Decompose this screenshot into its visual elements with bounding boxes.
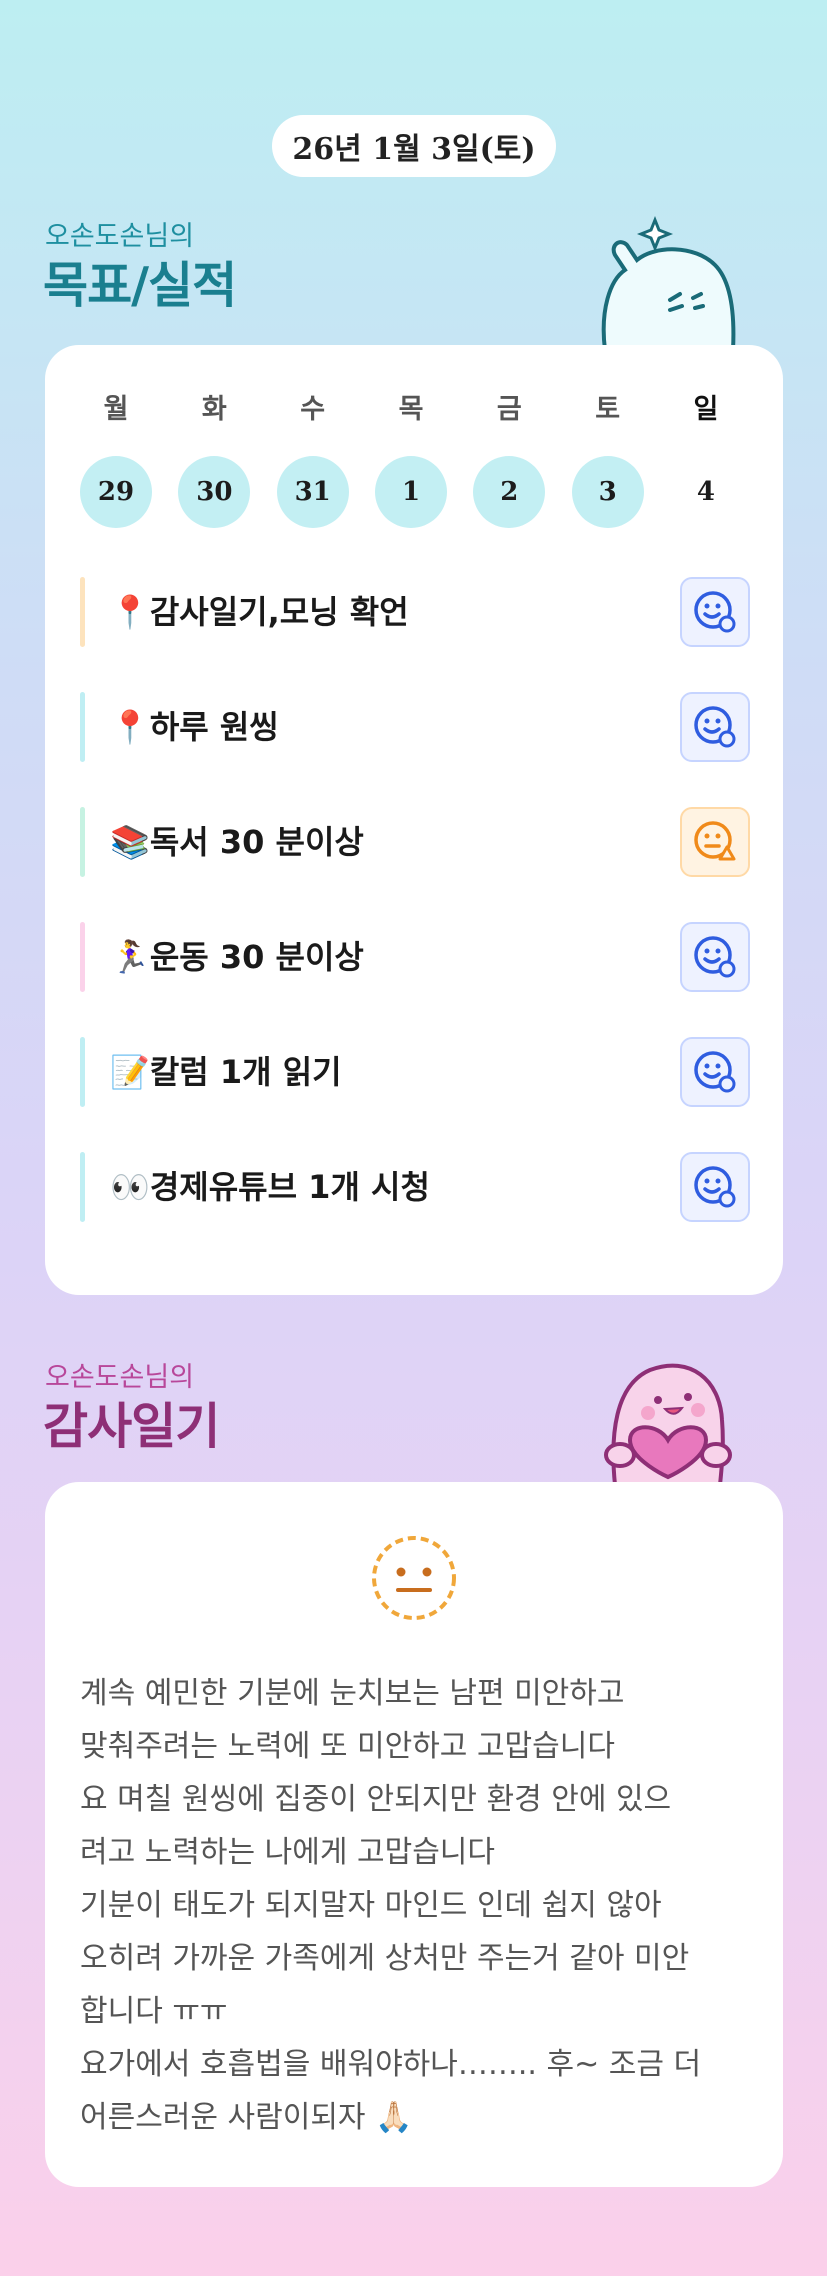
goal-item[interactable]: 📍감사일기,모닝 확언	[80, 577, 750, 647]
goal-color-bar	[80, 807, 85, 877]
goal-label: 📝칼럼 1개 읽기	[110, 1053, 342, 1091]
date-cell-selected[interactable]: 3	[571, 456, 644, 528]
goal-item[interactable]: 📍하루 원씽	[80, 692, 750, 762]
day-name-sun: 일	[693, 394, 719, 425]
goal-label: 📍하루 원씽	[110, 708, 279, 746]
goal-label: 🏃‍♀️운동 30 분이상	[110, 938, 364, 976]
goal-color-bar	[80, 1037, 85, 1107]
goal-label: 👀경제유튜브 1개 시청	[110, 1168, 430, 1206]
date-pill[interactable]: 26년 1월 3일(토)	[272, 115, 556, 177]
goal-color-bar	[80, 1152, 85, 1222]
goal-color-bar	[80, 692, 85, 762]
day-name-sat: 토	[595, 394, 621, 425]
goal-color-bar	[80, 577, 85, 647]
date-cell[interactable]: 31	[276, 456, 349, 528]
goal-item[interactable]: 🏃‍♀️운동 30 분이상	[80, 922, 750, 992]
day-name-tue: 화	[201, 394, 227, 425]
week-calendar: 월 화 수 목 금 토 일 29 30 31 1 2 3 4	[80, 387, 742, 528]
goals-section-title: 목표/실적	[43, 257, 237, 314]
smile-badge-icon[interactable]	[680, 577, 750, 647]
date-cell[interactable]: 29	[80, 456, 152, 528]
date-cell[interactable]: 1	[374, 456, 447, 528]
meh-warning-icon[interactable]	[680, 807, 750, 877]
smile-badge-icon[interactable]	[680, 922, 750, 992]
smile-badge-icon[interactable]	[680, 1037, 750, 1107]
date-label: 26년 1월 3일(토)	[292, 132, 536, 167]
day-name-wed: 수	[300, 394, 326, 425]
day-name-fri: 금	[496, 394, 522, 425]
day-name-thu: 목	[398, 394, 424, 425]
date-cell[interactable]: 2	[473, 456, 546, 528]
goals-card: 월 화 수 목 금 토 일 29 30 31 1 2 3 4 📍감사일기,모닝 …	[45, 345, 783, 1295]
goal-item[interactable]: 📝칼럼 1개 읽기	[80, 1037, 750, 1107]
date-cell[interactable]: 30	[178, 456, 251, 528]
goal-item[interactable]: 👀경제유튜브 1개 시청	[80, 1152, 750, 1222]
diary-card: 계속 예민한 기분에 눈치보는 남편 미안하고 맞춰주려는 노력에 또 미안하고…	[45, 1482, 783, 2187]
smile-badge-icon[interactable]	[680, 1152, 750, 1222]
goal-label: 📍감사일기,모닝 확언	[110, 593, 409, 631]
diary-text: 계속 예민한 기분에 눈치보는 남편 미안하고 맞춰주려는 노력에 또 미안하고…	[80, 1676, 702, 2135]
smile-badge-icon[interactable]	[680, 692, 750, 762]
diary-section-title: 감사일기	[43, 1398, 220, 1455]
day-name-mon: 월	[103, 394, 129, 425]
goal-color-bar	[80, 922, 85, 992]
goal-label: 📚독서 30 분이상	[110, 823, 364, 861]
pink-mascot-icon	[604, 1363, 732, 1485]
neutral-face-icon	[372, 1536, 456, 1620]
goal-item[interactable]: 📚독서 30 분이상	[80, 807, 750, 877]
teal-mascot-icon	[601, 215, 736, 350]
date-cell[interactable]: 4	[670, 456, 742, 528]
